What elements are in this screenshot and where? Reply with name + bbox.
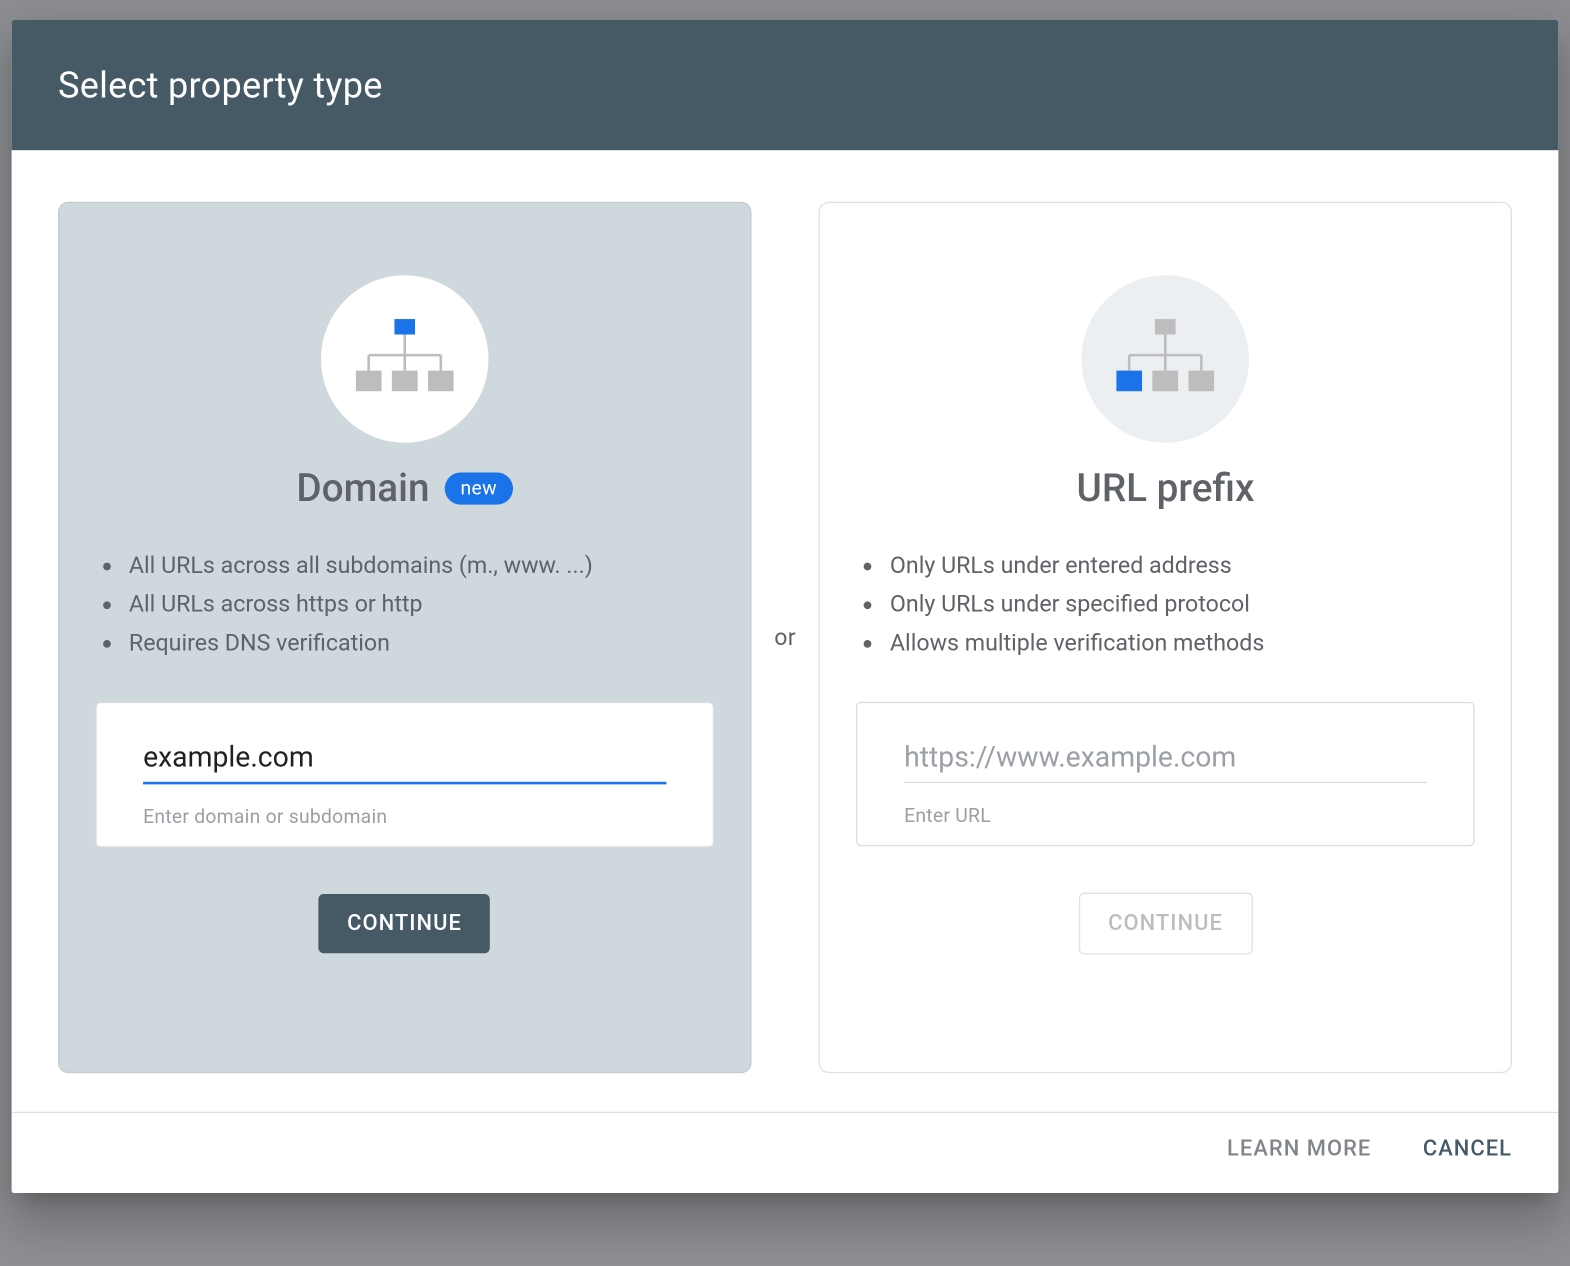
domain-continue-button[interactable]: CONTINUE bbox=[319, 894, 490, 953]
domain-title-row: Domain new bbox=[296, 466, 512, 511]
cancel-button[interactable]: CANCEL bbox=[1423, 1136, 1512, 1162]
domain-input-helper: Enter domain or subdomain bbox=[143, 805, 666, 828]
url-input-box: Enter URL bbox=[856, 702, 1474, 846]
domain-card[interactable]: Domain new All URLs across all subdomain… bbox=[58, 202, 751, 1073]
url-title-row: URL prefix bbox=[1077, 466, 1255, 511]
property-type-dialog: Select property type Domain bbox=[12, 20, 1559, 1193]
url-prefix-card[interactable]: URL prefix Only URLs under entered addre… bbox=[819, 202, 1512, 1073]
url-continue-button[interactable]: CONTINUE bbox=[1079, 893, 1253, 955]
domain-card-title: Domain bbox=[296, 466, 429, 511]
url-input-helper: Enter URL bbox=[904, 804, 1427, 827]
dialog-footer: LEARN MORE CANCEL bbox=[12, 1112, 1559, 1193]
domain-input-box: Enter domain or subdomain bbox=[95, 702, 713, 848]
dialog-title: Select property type bbox=[58, 64, 1512, 107]
url-input[interactable] bbox=[904, 734, 1427, 783]
dialog-header: Select property type bbox=[12, 20, 1559, 150]
new-badge: new bbox=[445, 472, 513, 504]
list-item: Only URLs under specified protocol bbox=[862, 586, 1475, 625]
domain-feature-list: All URLs across all subdomains (m., www.… bbox=[95, 547, 713, 663]
list-item: Requires DNS verification bbox=[101, 625, 714, 664]
url-sitemap-icon bbox=[1082, 275, 1250, 443]
domain-input[interactable] bbox=[143, 734, 666, 784]
list-item: All URLs across all subdomains (m., www.… bbox=[101, 547, 714, 586]
list-item: Only URLs under entered address bbox=[862, 547, 1475, 586]
learn-more-button[interactable]: LEARN MORE bbox=[1227, 1136, 1371, 1162]
url-card-title: URL prefix bbox=[1077, 466, 1255, 511]
dialog-body: Domain new All URLs across all subdomain… bbox=[12, 150, 1559, 1112]
list-item: All URLs across https or http bbox=[101, 586, 714, 625]
or-divider: or bbox=[774, 624, 796, 651]
url-feature-list: Only URLs under entered address Only URL… bbox=[856, 547, 1474, 663]
list-item: Allows multiple verification methods bbox=[862, 625, 1475, 664]
domain-sitemap-icon bbox=[321, 275, 489, 443]
